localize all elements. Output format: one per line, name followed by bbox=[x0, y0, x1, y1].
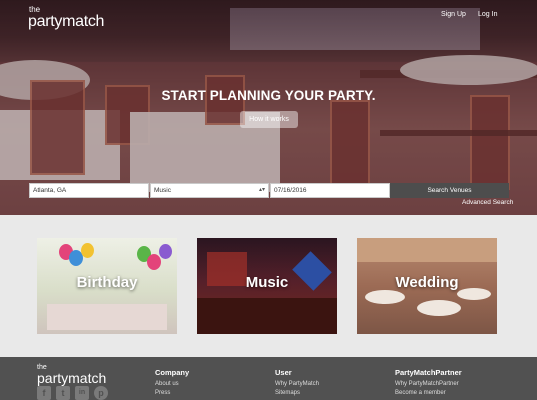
footer-link-sitemaps[interactable]: Sitemaps bbox=[275, 390, 300, 396]
footer-heading-partner: PartyMatchPartner bbox=[395, 368, 462, 377]
how-it-works-button[interactable]: How it works bbox=[240, 111, 298, 128]
category-label-wedding: Wedding bbox=[395, 274, 459, 291]
select-arrows-icon: ▴▾ bbox=[258, 187, 265, 193]
footer-link-why-partner[interactable]: Why PartyMatchPartner bbox=[395, 381, 459, 387]
category-select[interactable]: Music ▴▾ bbox=[150, 183, 269, 198]
login-link[interactable]: Log In bbox=[478, 11, 497, 18]
footer-link-about[interactable]: About us bbox=[155, 381, 179, 387]
date-value: 07/16/2016 bbox=[274, 187, 307, 194]
twitter-icon[interactable]: t bbox=[56, 386, 70, 400]
location-input[interactable]: Atlanta, GA bbox=[29, 183, 149, 198]
logo-wordmark: partymatch bbox=[28, 13, 105, 30]
linkedin-icon[interactable]: in bbox=[75, 386, 89, 400]
advanced-search-link[interactable]: Advanced Search bbox=[462, 199, 513, 206]
date-input[interactable]: 07/16/2016 bbox=[270, 183, 390, 198]
category-label-music: Music bbox=[245, 274, 289, 291]
footer-logo[interactable]: the partymatch bbox=[37, 364, 106, 387]
footer-heading-company: Company bbox=[155, 368, 190, 377]
footer-logo-wordmark: partymatch bbox=[37, 370, 107, 386]
footer-link-become-member[interactable]: Become a member bbox=[395, 390, 446, 396]
search-venues-button[interactable]: Search Venues bbox=[390, 183, 509, 198]
footer-link-why-partymatch[interactable]: Why PartyMatch bbox=[275, 381, 319, 387]
party-tables-image bbox=[47, 304, 167, 330]
location-value: Atlanta, GA bbox=[33, 187, 67, 194]
facebook-icon[interactable]: f bbox=[37, 386, 51, 400]
balloon-image bbox=[147, 254, 161, 270]
dance-floor-image bbox=[197, 298, 337, 334]
footer-link-press[interactable]: Press bbox=[155, 390, 170, 396]
page: the partymatch Sign Up Log In START PLAN… bbox=[0, 0, 537, 400]
wedding-table-image bbox=[365, 290, 405, 304]
category-value: Music bbox=[154, 187, 171, 194]
balloon-image bbox=[159, 244, 172, 259]
ballroom-ceiling-image bbox=[357, 238, 497, 262]
category-tile-music[interactable]: Music bbox=[197, 238, 337, 334]
signup-link[interactable]: Sign Up bbox=[441, 11, 466, 18]
footer-heading-user: User bbox=[275, 368, 292, 377]
wedding-table-image bbox=[417, 300, 461, 316]
hero-headline: START PLANNING YOUR PARTY. bbox=[161, 88, 376, 103]
balloon-image bbox=[81, 243, 94, 258]
pinterest-icon[interactable]: p bbox=[94, 386, 108, 400]
category-tile-wedding[interactable]: Wedding bbox=[357, 238, 497, 334]
category-tile-birthday[interactable]: Birthday bbox=[37, 238, 177, 334]
site-logo[interactable]: the partymatch bbox=[28, 6, 104, 30]
category-label-birthday: Birthday bbox=[76, 274, 138, 291]
